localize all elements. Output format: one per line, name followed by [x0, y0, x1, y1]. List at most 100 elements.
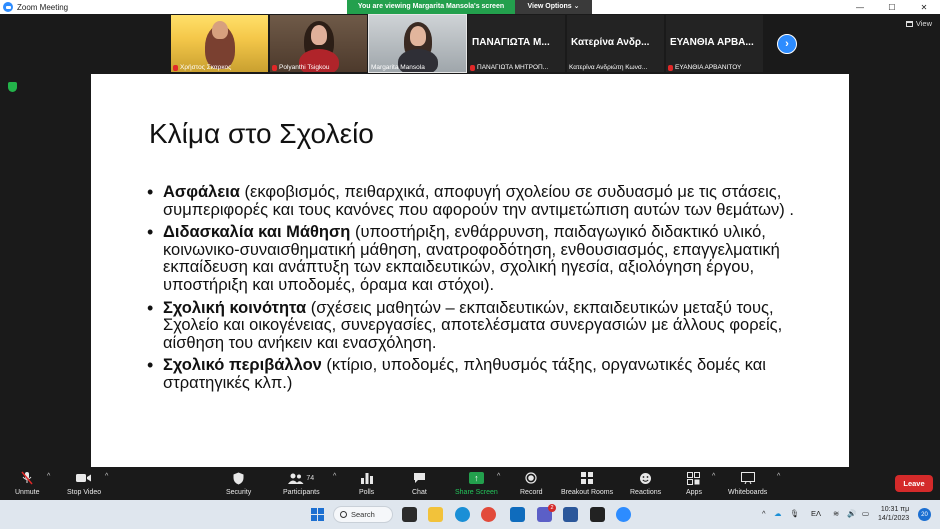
share-screen-arrow-icon: ↑	[468, 472, 484, 484]
record-button[interactable]: Record	[520, 471, 543, 496]
leave-button[interactable]: Leave	[895, 475, 933, 492]
participants-icon: 74	[288, 471, 314, 485]
slide-bullet: Σχολικό περιβάλλον (κτίριο, υποδομές, πλ…	[147, 357, 827, 392]
whiteboards-caret-icon[interactable]: ^	[777, 473, 780, 480]
word-icon[interactable]	[563, 507, 578, 522]
participant-display-name: ΕΥΑΝΘΙΑ ΑΡΒΑ...	[670, 37, 754, 48]
zoom-window: Zoom Meeting — ☐ ✕ You are viewing Marga…	[0, 0, 940, 529]
bullet-heading: Σχολικό περιβάλλον	[163, 356, 322, 375]
participant-tile-active[interactable]: Margarita Mansola	[368, 14, 467, 73]
input-language-indicator[interactable]: ΕΛ	[811, 509, 821, 518]
apps-button[interactable]: Apps	[686, 471, 702, 496]
mic-muted-icon	[668, 64, 673, 71]
whiteboards-label: Whiteboards	[728, 489, 768, 496]
bullet-text: (εκφοβισμός, πειθαρχικά, αποφυγή σχολείο…	[163, 183, 794, 219]
next-page-arrow-icon[interactable]: ›	[777, 34, 797, 54]
share-screen-button[interactable]: ↑ Share Screen	[455, 471, 498, 496]
security-shield-icon	[233, 471, 244, 485]
stop-video-label: Stop Video	[67, 489, 102, 496]
participant-display-name: ΠΑΝΑΓΙΩΤΑ Μ...	[472, 37, 550, 48]
apps-icon	[687, 471, 701, 485]
chrome-browser-icon[interactable]	[481, 507, 496, 522]
reactions-smiley-icon	[639, 471, 652, 485]
participant-tile[interactable]: ΠΑΝΑΓΙΩΤΑ Μ... ΠΑΝΑΓΙΩΤΑ ΜΗΤΡΟΠ...	[468, 15, 565, 72]
participants-label: Participants	[283, 489, 320, 496]
chat-label: Chat	[412, 489, 427, 496]
taskbar-search[interactable]: Search	[333, 506, 393, 523]
participant-name-row: ΠΑΝΑΓΙΩΤΑ ΜΗΤΡΟΠ...	[470, 64, 563, 71]
wifi-icon[interactable]: ≋	[833, 509, 839, 518]
onedrive-cloud-icon[interactable]: ☁	[774, 509, 782, 518]
close-button[interactable]: ✕	[908, 0, 940, 14]
minimize-button[interactable]: —	[844, 0, 876, 14]
participant-tile[interactable]: Χρήστος Σκαρκος	[171, 15, 268, 72]
taskbar-clock[interactable]: 10:31 πμ 14/1/2023	[878, 505, 909, 523]
view-layout-button[interactable]: View	[905, 19, 932, 28]
participant-tile[interactable]: Κατερίνα Ανδρ... Κατερίνα Ανδριώτη Κωνσ.…	[567, 15, 664, 72]
notifications-count-badge[interactable]: 20	[918, 508, 931, 521]
participant-name: Κατερίνα Ανδριώτη Κωνσ...	[569, 64, 648, 71]
microphone-muted-icon	[21, 471, 33, 485]
battery-icon[interactable]: ▭	[862, 509, 869, 518]
reactions-button[interactable]: Reactions	[630, 471, 661, 496]
grid-view-icon	[905, 20, 913, 27]
participant-display-name: Κατερίνα Ανδρ...	[571, 37, 650, 48]
terminal-app-icon[interactable]	[590, 507, 605, 522]
window-controls: — ☐ ✕	[844, 0, 940, 14]
share-banner-text: You are viewing Margarita Mansola's scre…	[347, 0, 515, 14]
breakout-rooms-label: Breakout Rooms	[561, 489, 614, 496]
chat-bubble-icon	[413, 471, 426, 485]
windows-start-icon[interactable]	[311, 508, 324, 521]
apps-caret-icon[interactable]: ^	[712, 473, 715, 480]
video-options-caret-icon[interactable]: ^	[105, 473, 108, 480]
slide-bullet: Διδασκαλία και Μάθηση (υποστήριξη, ενθάρ…	[147, 223, 827, 294]
window-title: Zoom Meeting	[17, 2, 69, 12]
bullet-heading: Σχολική κοινότητα	[163, 298, 307, 317]
file-explorer-icon[interactable]	[428, 507, 443, 522]
maximize-button[interactable]: ☐	[876, 0, 908, 14]
edge-browser-icon[interactable]	[455, 507, 470, 522]
tray-microphone-icon[interactable]: 🎙	[790, 509, 800, 518]
participant-name: Χρήστος Σκαρκος	[180, 64, 232, 71]
apps-label: Apps	[686, 489, 702, 496]
participant-name: Margarita Mansola	[371, 64, 425, 71]
tray-overflow-chevron-icon[interactable]: ^	[762, 509, 766, 518]
audio-options-caret-icon[interactable]: ^	[47, 473, 50, 480]
participant-name: Polyanthi Tsigkou	[279, 64, 330, 71]
polls-button[interactable]: Polls	[359, 471, 374, 496]
record-icon	[525, 471, 537, 485]
outlook-icon[interactable]	[510, 507, 525, 522]
stop-video-button[interactable]: Stop Video	[67, 471, 101, 496]
windows-taskbar: Search 2 ^ ☁ 🎙 ΕΛ ≋ 🔊 ▭ 10:31 πμ 14/1/20…	[0, 500, 940, 529]
participant-name-row: Χρήστος Σκαρκος	[173, 64, 266, 71]
bullet-heading: Ασφάλεια	[163, 183, 240, 201]
encryption-shield-icon[interactable]	[8, 82, 17, 92]
view-options-button[interactable]: View Options ⌄	[515, 0, 592, 14]
participant-name-row: Polyanthi Tsigkou	[272, 64, 365, 71]
unmute-button[interactable]: Unmute	[15, 471, 40, 496]
whiteboards-button[interactable]: Whiteboards	[728, 471, 767, 496]
share-options-caret-icon[interactable]: ^	[497, 473, 500, 480]
video-camera-icon	[76, 471, 92, 485]
mic-muted-icon	[173, 64, 178, 71]
participants-button[interactable]: 74 Participants	[283, 471, 320, 496]
shared-screen-slide: Κλίμα στο Σχολείο Ασφάλεια (εκφοβισμός, …	[91, 74, 849, 467]
participant-name-row: Margarita Mansola	[371, 64, 464, 71]
participant-name-row: ΕΥΑΝΘΙΑ ΑΡΒΑΝΙΤΟΥ	[668, 64, 761, 71]
teams-icon[interactable]: 2	[537, 504, 556, 522]
slide-bullet: Ασφάλεια (εκφοβισμός, πειθαρχικά, αποφυγ…	[147, 183, 827, 219]
search-label: Search	[351, 510, 375, 519]
task-view-icon[interactable]	[402, 507, 417, 522]
slide-bullet-list: Ασφάλεια (εκφοβισμός, πειθαρχικά, αποφυγ…	[147, 183, 827, 398]
participant-tile[interactable]: ΕΥΑΝΘΙΑ ΑΡΒΑ... ΕΥΑΝΘΙΑ ΑΡΒΑΝΙΤΟΥ	[666, 15, 763, 72]
chat-button[interactable]: Chat	[412, 471, 427, 496]
speaker-icon[interactable]: 🔊	[847, 509, 856, 518]
zoom-taskbar-icon[interactable]	[616, 507, 631, 522]
participant-head	[409, 26, 426, 46]
participants-caret-icon[interactable]: ^	[333, 473, 336, 480]
security-button[interactable]: Security	[226, 471, 251, 496]
participant-tile[interactable]: Polyanthi Tsigkou	[270, 15, 367, 72]
breakout-rooms-button[interactable]: Breakout Rooms	[561, 471, 613, 496]
share-screen-label: Share Screen	[455, 489, 498, 496]
reactions-label: Reactions	[630, 489, 662, 496]
